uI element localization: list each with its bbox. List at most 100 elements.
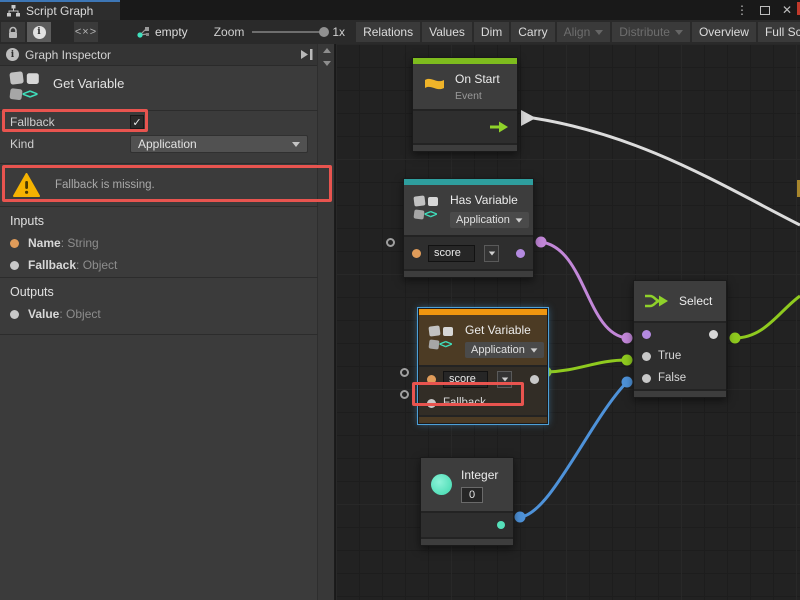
node-on-start[interactable]: On Start Event: [412, 57, 518, 152]
align-label: Align: [564, 25, 591, 39]
full-screen-button[interactable]: Full Screen: [758, 22, 800, 42]
values-button[interactable]: Values: [422, 22, 472, 42]
distribute-label: Distribute: [619, 25, 670, 39]
chevron-down-icon: [675, 30, 683, 35]
flag-icon: [423, 76, 446, 96]
divider: [0, 334, 318, 335]
close-icon[interactable]: ✕: [782, 3, 792, 17]
flow-arrow-icon[interactable]: [489, 121, 509, 133]
node-title: Select: [679, 294, 712, 308]
port-dot-true[interactable]: [642, 352, 651, 361]
node-header: <> Has Variable Application: [404, 185, 533, 235]
code-preview-button[interactable]: <×>: [74, 22, 98, 42]
script-graph-window: Script Graph ⋮ ✕ i <×> empty Zoom 1x Re: [0, 0, 800, 600]
node-footer: [413, 143, 517, 151]
variable-unit-icon: <>: [429, 326, 456, 353]
integer-value-field[interactable]: 0: [461, 487, 483, 503]
kind-field-label: Kind: [10, 137, 130, 151]
zoom-label: Zoom: [214, 25, 245, 39]
zoom-slider[interactable]: [252, 31, 324, 33]
port-name: Name: [28, 236, 61, 250]
variable-name-picker-button[interactable]: [484, 245, 499, 262]
port-dot-condition[interactable]: [642, 330, 651, 339]
port-dot-output[interactable]: [497, 521, 505, 529]
zoom-control: Zoom 1x: [214, 25, 345, 39]
integer-circle-icon: [431, 474, 452, 495]
node-header: <> Get Variable Application: [419, 315, 547, 365]
port-dot-false[interactable]: [642, 374, 651, 383]
select-merge-icon: [644, 292, 670, 310]
window-menu-icon[interactable]: ⋮: [736, 3, 748, 17]
node-has-variable[interactable]: <> Has Variable Application score: [403, 178, 534, 278]
port-ring-get-variable-name[interactable]: [400, 368, 409, 377]
unit-title: Get Variable: [53, 72, 124, 99]
false-port-label: False: [658, 372, 686, 384]
node-title: On Start: [455, 72, 500, 86]
dock-panel-button[interactable]: [299, 48, 314, 66]
scroll-up-button[interactable]: [318, 44, 335, 57]
kind-dropdown[interactable]: Application: [130, 135, 308, 153]
node-get-variable[interactable]: <> Get Variable Application score: [418, 308, 548, 424]
node-select[interactable]: Select True False: [633, 280, 727, 398]
port-dot-selection[interactable]: [709, 330, 718, 339]
tab-script-graph[interactable]: Script Graph: [0, 0, 120, 20]
zoom-slider-handle[interactable]: [319, 27, 329, 37]
kind-dropdown-value: Application: [138, 137, 197, 151]
tab-title: Script Graph: [26, 4, 93, 18]
variable-unit-icon: <>: [414, 196, 441, 223]
divider: [0, 277, 318, 278]
graph-inspector-panel: i Graph Inspector <> Get Variable Fallba…: [0, 44, 335, 600]
annotation-fallback-port: [412, 382, 524, 406]
maximize-icon[interactable]: [760, 6, 770, 15]
chevron-down-icon: [488, 251, 494, 255]
node-header: Integer 0: [421, 458, 513, 511]
variable-kind-dropdown[interactable]: Application: [450, 212, 529, 228]
title-bar: Script Graph ⋮ ✕: [0, 0, 800, 20]
variable-kind-value: Application: [456, 214, 510, 226]
graph-breadcrumb-button[interactable]: empty: [129, 22, 195, 42]
port-dot-result[interactable]: [516, 249, 525, 258]
port-name: Fallback: [28, 258, 76, 272]
graph-inspector-header: i Graph Inspector: [0, 44, 318, 66]
scroll-down-button[interactable]: [318, 57, 335, 70]
info-icon: i: [33, 26, 46, 39]
flow-connector-triangle: [521, 110, 536, 126]
variable-kind-dropdown[interactable]: Application: [465, 342, 544, 358]
inspector-scrollbar[interactable]: [317, 44, 334, 600]
dim-button[interactable]: Dim: [474, 22, 509, 42]
chevron-down-icon: [595, 30, 603, 35]
distribute-dropdown-button[interactable]: Distribute: [612, 22, 690, 42]
graph-canvas[interactable]: On Start Event <> Has Variable: [336, 44, 800, 600]
wire-green-output: [735, 296, 800, 338]
carry-button[interactable]: Carry: [511, 22, 554, 42]
zoom-value: 1x: [332, 25, 345, 39]
node-integer[interactable]: Integer 0: [420, 457, 514, 546]
full-screen-label: Full Screen: [765, 25, 800, 39]
carry-label: Carry: [518, 25, 547, 39]
variable-unit-icon: <>: [10, 72, 42, 104]
port-ring-has-variable-name[interactable]: [386, 238, 395, 247]
align-dropdown-button[interactable]: Align: [557, 22, 611, 42]
input-port-row: Fallback: Object: [10, 258, 117, 272]
graph-toolbar: i <×> empty Zoom 1x Relations Values Dim…: [0, 20, 800, 44]
overview-button[interactable]: Overview: [692, 22, 756, 42]
port-dot-gray: [10, 310, 19, 319]
port-dot-value[interactable]: [530, 375, 539, 384]
wire-purple: [541, 242, 627, 338]
lock-button[interactable]: [1, 22, 25, 42]
graph-network-icon: [136, 25, 150, 39]
port-ring-get-variable-fallback[interactable]: [400, 390, 409, 399]
inspector-toggle-button[interactable]: i: [27, 22, 51, 42]
divider: [0, 163, 318, 164]
node-footer: [419, 415, 547, 423]
port-dot-name[interactable]: [412, 249, 421, 258]
variable-name-field[interactable]: score: [428, 245, 475, 262]
node-body: [421, 511, 513, 537]
annotation-fallback-checkbox: [2, 109, 148, 132]
info-icon: i: [6, 48, 19, 61]
node-header: Select: [634, 281, 726, 321]
chevron-down-icon: [530, 348, 537, 352]
node-body: [413, 109, 517, 143]
wire-green-true: [546, 360, 627, 372]
relations-button[interactable]: Relations: [356, 22, 420, 42]
